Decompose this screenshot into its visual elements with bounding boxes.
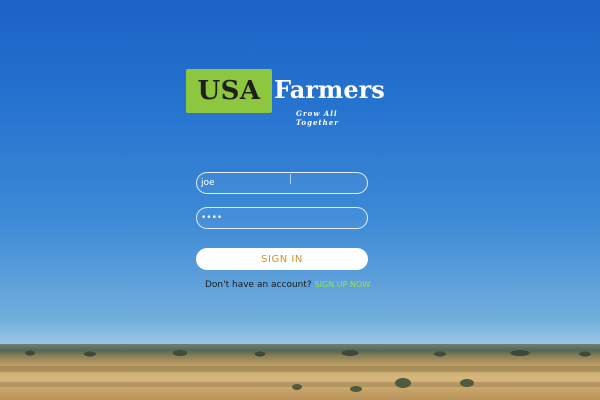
logo-tagline: Grow All Together: [296, 109, 339, 127]
landscape-shrub: [292, 384, 302, 390]
landscape-shrub: [395, 378, 411, 388]
landscape-field-band: [0, 366, 600, 372]
text-cursor-icon: [290, 174, 291, 184]
brand-logo: USA Farmers Grow All Together: [186, 69, 385, 127]
sign-up-link[interactable]: SIGN UP NOW: [315, 280, 371, 289]
signup-prompt: Don't have an account?: [205, 280, 312, 290]
logo-badge-text: USA: [197, 76, 261, 106]
signup-row: Don't have an account? SIGN UP NOW: [205, 280, 370, 292]
landscape-treeline: [0, 345, 600, 359]
username-field[interactable]: [196, 172, 368, 194]
landscape-shrub: [350, 386, 362, 392]
password-field[interactable]: [196, 207, 368, 229]
logo-badge: USA: [186, 69, 272, 113]
landscape-shrub: [460, 379, 474, 387]
logo-wordmark: Farmers: [274, 75, 385, 104]
sign-in-button[interactable]: SIGN IN: [196, 248, 368, 270]
